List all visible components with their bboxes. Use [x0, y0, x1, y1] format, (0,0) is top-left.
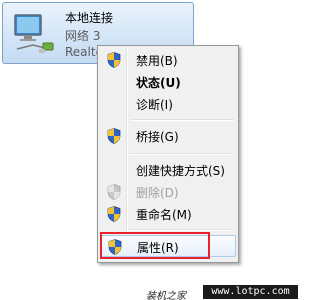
- highlight-annotation-box: [100, 232, 210, 259]
- adapter-network: 网络 3: [65, 29, 101, 43]
- context-menu: 禁用(B) 状态(U) 诊断(I) 桥接(G) 创建快捷方式(S) 删除(D) …: [97, 45, 239, 263]
- menu-item-disable[interactable]: 禁用(B): [100, 49, 236, 71]
- menu-item-status[interactable]: 状态(U): [100, 71, 236, 93]
- screenshot-stage: 本地连接 网络 3 Realtek PCIe GBE Family Contro…: [0, 0, 300, 300]
- menu-item-diagnose[interactable]: 诊断(I): [100, 93, 236, 115]
- menu-item-rename[interactable]: 重命名(M): [100, 203, 236, 225]
- menu-item-label: 创建快捷方式(S): [136, 164, 225, 178]
- menu-separator: [130, 153, 234, 155]
- menu-item-label: 桥接(G): [136, 130, 179, 144]
- shield-icon: [107, 128, 121, 144]
- menu-item-label: 删除(D): [136, 186, 179, 200]
- menu-item-bridge[interactable]: 桥接(G): [100, 125, 236, 147]
- watermark-site-name: 装机之家: [146, 291, 186, 300]
- shield-icon: [107, 52, 121, 68]
- shield-icon: [107, 206, 121, 222]
- menu-item-label: 禁用(B): [136, 54, 178, 68]
- watermark-url: www.lotpc.com: [203, 285, 298, 299]
- menu-item-label: 诊断(I): [136, 98, 173, 112]
- menu-separator: [130, 229, 234, 231]
- shield-icon: [107, 184, 121, 200]
- adapter-name: 本地连接: [65, 11, 114, 25]
- menu-item-delete: 删除(D): [100, 181, 236, 203]
- menu-item-label: 状态(U): [136, 76, 181, 90]
- menu-item-label: 重命名(M): [136, 208, 192, 222]
- menu-item-create-shortcut[interactable]: 创建快捷方式(S): [100, 159, 236, 181]
- network-adapter-icon: [9, 11, 57, 57]
- menu-separator: [130, 119, 234, 121]
